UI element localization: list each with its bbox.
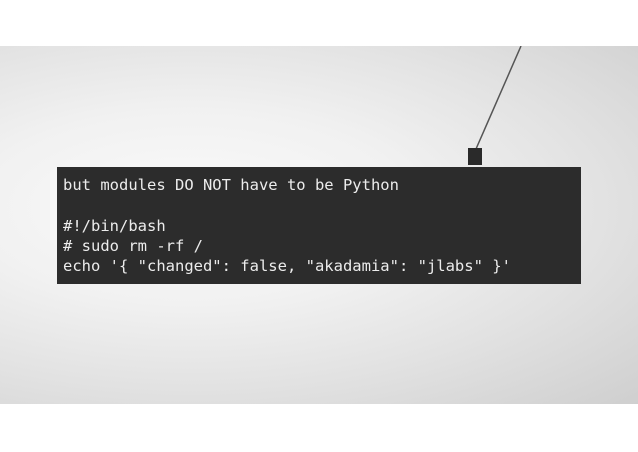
slide-background: but modules DO NOT have to be Python #!/… (0, 46, 638, 404)
lamp-bulb-socket (468, 148, 482, 165)
code-block: but modules DO NOT have to be Python #!/… (57, 167, 581, 284)
code-line-echo: echo '{ "changed": false, "akadamia": "j… (63, 257, 511, 276)
code-line-shebang: #!/bin/bash (63, 216, 166, 235)
lamp-cord (475, 46, 522, 150)
code-line-comment: # sudo rm -rf / (63, 236, 203, 255)
code-line-heading: but modules DO NOT have to be Python (63, 176, 399, 194)
